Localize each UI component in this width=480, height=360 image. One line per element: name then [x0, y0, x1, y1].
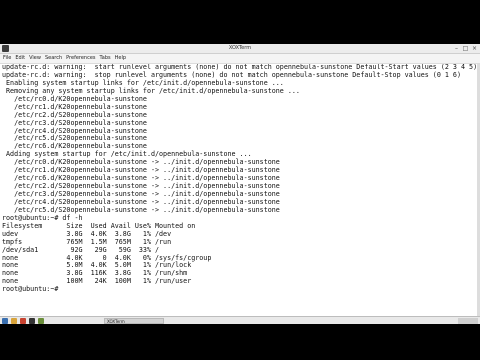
menu-edit[interactable]: Edit	[15, 54, 25, 63]
terminal-output[interactable]: update-rc.d: warning: start runlevel arg…	[2, 64, 478, 316]
window-controls: – □ ×	[453, 45, 478, 52]
menu-file[interactable]: File	[3, 54, 11, 63]
menu-search[interactable]: Search	[45, 54, 62, 63]
top-letterbox	[0, 0, 480, 44]
menu-help[interactable]: Help	[115, 54, 126, 63]
window-titlebar[interactable]: XOXTerm – □ ×	[0, 44, 480, 54]
bottom-letterbox	[0, 324, 480, 360]
window-title: XOXTerm	[228, 45, 252, 51]
maximize-icon[interactable]: □	[462, 45, 469, 52]
terminal-line: none 100M 24K 100M 1% /run/user	[2, 277, 192, 286]
menu-bar: File Edit View Search Preferences Tabs H…	[0, 54, 480, 64]
minimize-icon[interactable]: –	[453, 45, 460, 52]
menu-view[interactable]: View	[29, 54, 41, 63]
menu-preferences[interactable]: Preferences	[66, 54, 95, 63]
terminal-window: XOXTerm – □ × File Edit View Search Pref…	[0, 44, 480, 316]
terminal-line: root@ubuntu:~#	[2, 285, 63, 294]
menu-tabs[interactable]: Tabs	[100, 54, 111, 63]
close-icon[interactable]: ×	[471, 45, 478, 52]
